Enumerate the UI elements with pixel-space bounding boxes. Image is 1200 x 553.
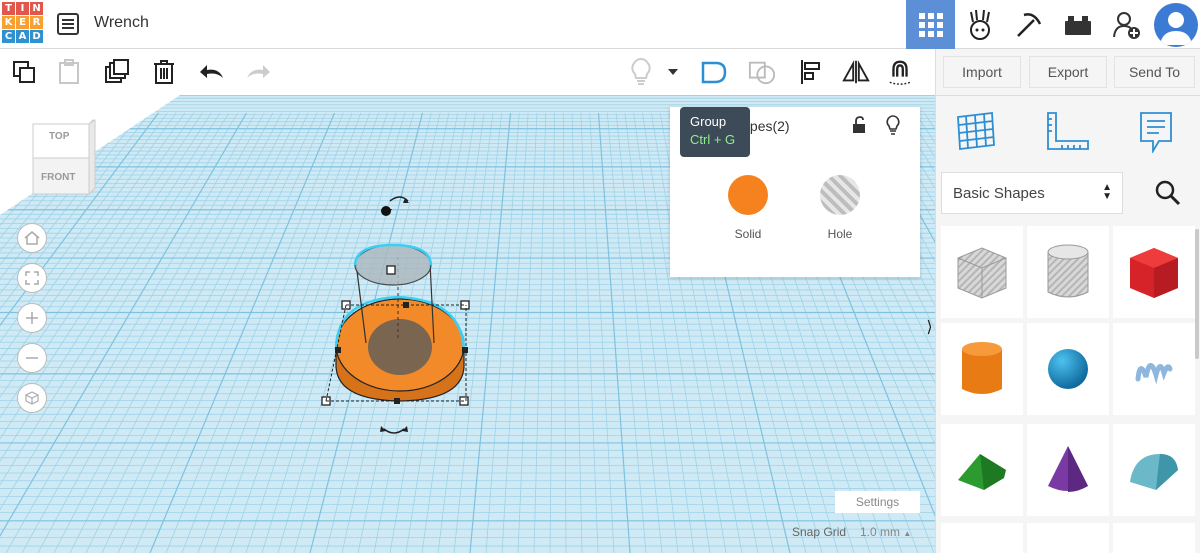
shape-tile-partial[interactable] <box>941 523 1023 553</box>
shape-box[interactable] <box>1113 226 1195 318</box>
ungroup-icon[interactable] <box>748 58 776 86</box>
dropdown-icon[interactable] <box>663 58 683 86</box>
snap-grid-label: Snap Grid <box>792 525 847 539</box>
logo-letter: T <box>2 2 15 15</box>
redo-icon[interactable] <box>244 58 272 86</box>
mirror-icon[interactable] <box>842 58 870 86</box>
solid-color-swatch[interactable] <box>728 175 768 215</box>
shape-cone[interactable] <box>1027 424 1109 516</box>
shapes-scrollbar[interactable] <box>1195 229 1199 359</box>
shape-scribble[interactable] <box>1113 323 1195 415</box>
top-bar: TIN KER CAD Wrench <box>0 0 1200 49</box>
zoom-out-button[interactable] <box>17 343 47 373</box>
logo-letter: I <box>16 2 29 15</box>
logo-letter: K <box>2 16 15 29</box>
snap-grid-value[interactable]: 1.0 mm ▲ <box>860 525 911 539</box>
hide-lightbulb-icon[interactable] <box>886 115 900 140</box>
view-cube-top-label[interactable]: TOP <box>49 131 69 142</box>
ruler-tool-icon[interactable] <box>1046 111 1090 156</box>
shape-sphere[interactable] <box>1027 323 1109 415</box>
zoom-in-button[interactable] <box>17 303 47 333</box>
design-title[interactable]: Wrench <box>94 14 149 32</box>
view-cube-front-label[interactable]: FRONT <box>41 172 75 183</box>
hole-label[interactable]: Hole <box>818 227 862 241</box>
logo-letter: E <box>16 16 29 29</box>
right-panel: Import Export Send To Basic Shapes ▲ ▼ <box>935 49 1200 553</box>
search-icon[interactable] <box>1155 180 1181 211</box>
avatar-icon[interactable] <box>1151 0 1200 49</box>
tooltip-title: Group <box>690 114 727 129</box>
view-cube[interactable]: TOP FRONT <box>29 118 97 201</box>
logo-letter: R <box>30 16 43 29</box>
align-icon[interactable] <box>797 58 825 86</box>
export-button[interactable]: Export <box>1029 56 1107 88</box>
shape-box-hole[interactable] <box>941 226 1023 318</box>
brick-icon[interactable] <box>1053 0 1102 49</box>
notes-tool-icon[interactable] <box>1139 111 1173 158</box>
pickaxe-icon[interactable] <box>1004 0 1053 49</box>
shape-roof[interactable] <box>941 424 1023 516</box>
logo-letter: A <box>16 30 29 43</box>
lightbulb-icon[interactable] <box>627 58 655 86</box>
fit-view-button[interactable] <box>17 263 47 293</box>
shape-round-roof[interactable] <box>1113 424 1195 516</box>
delete-icon[interactable] <box>150 58 178 86</box>
logo-letter: D <box>30 30 43 43</box>
design-menu-button[interactable] <box>57 13 79 35</box>
tinkercad-logo[interactable]: TIN KER CAD <box>2 2 44 46</box>
home-view-button[interactable] <box>17 223 47 253</box>
shape-cylinder-hole[interactable] <box>1027 226 1109 318</box>
shape-cylinder[interactable] <box>941 323 1023 415</box>
workplane-tool-icon[interactable] <box>956 111 996 156</box>
group-tooltip: Group Ctrl + G <box>680 107 750 157</box>
perspective-button[interactable] <box>17 383 47 413</box>
edit-toolbar <box>0 49 935 95</box>
lock-icon[interactable] <box>852 116 866 139</box>
settings-button[interactable]: Settings <box>835 491 920 513</box>
magnet-icon[interactable] <box>886 58 914 86</box>
shape-category-value: Basic Shapes <box>953 184 1045 202</box>
logo-letter: N <box>30 2 43 15</box>
undo-icon[interactable] <box>198 58 226 86</box>
shape-tile-partial[interactable] <box>1027 523 1109 553</box>
collapse-panel-chevron-icon[interactable]: ⟩ <box>924 317 935 337</box>
shape-category-select[interactable]: Basic Shapes ▲ ▼ <box>941 172 1123 214</box>
solid-label[interactable]: Solid <box>726 227 770 241</box>
tinker-figure-icon[interactable] <box>955 0 1004 49</box>
hole-swatch[interactable] <box>820 175 860 215</box>
add-user-icon[interactable] <box>1102 0 1151 49</box>
select-arrows-icon: ▲ ▼ <box>1102 182 1112 202</box>
duplicate-icon[interactable] <box>103 58 131 86</box>
copy-icon[interactable] <box>10 58 38 86</box>
logo-letter: C <box>2 30 15 43</box>
grid-view-icon[interactable] <box>906 0 955 49</box>
import-button[interactable]: Import <box>943 56 1021 88</box>
tooltip-shortcut: Ctrl + G <box>690 132 736 147</box>
group-icon[interactable] <box>700 58 728 86</box>
send-to-button[interactable]: Send To <box>1114 56 1195 88</box>
shape-tile-partial[interactable] <box>1113 523 1195 553</box>
paste-icon[interactable] <box>55 58 83 86</box>
